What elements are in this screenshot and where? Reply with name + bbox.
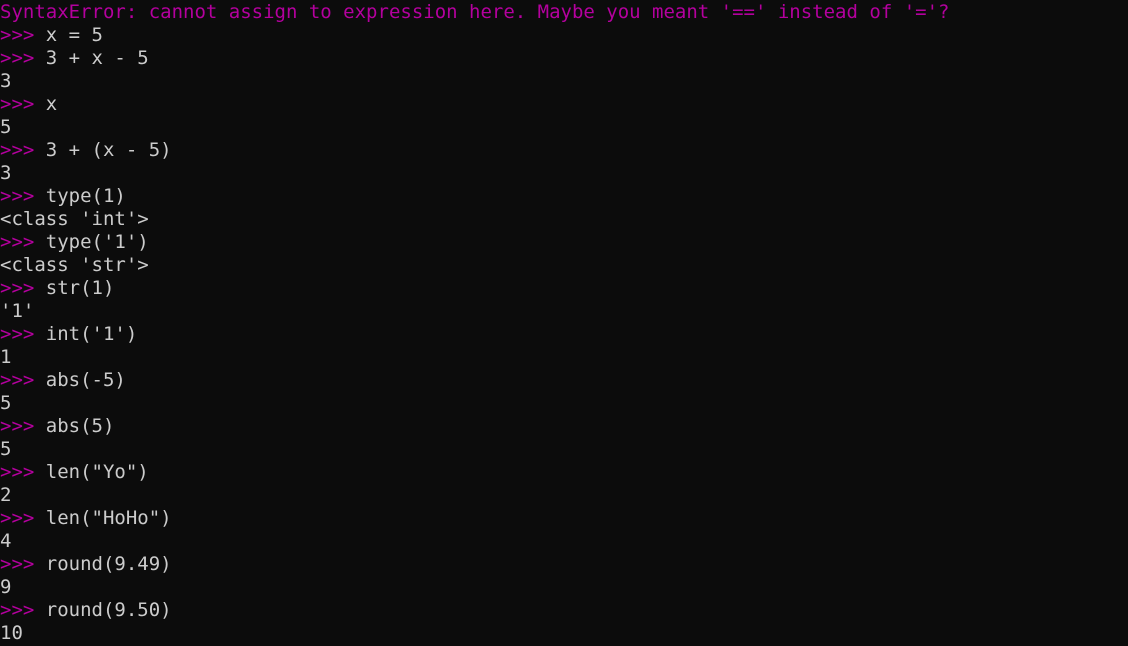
repl-prompt: >>> bbox=[0, 47, 46, 69]
input-line: >>> round(9.49) bbox=[0, 553, 1128, 576]
output-line: 5 bbox=[0, 438, 12, 460]
input-line: >>> abs(-5) bbox=[0, 369, 1128, 392]
repl-prompt: >>> bbox=[0, 461, 46, 483]
repl-prompt: >>> bbox=[0, 231, 46, 253]
command-text: round(9.50) bbox=[45, 599, 172, 621]
command-text: x bbox=[45, 93, 58, 115]
output-line: 2 bbox=[0, 484, 12, 506]
repl-prompt: >>> bbox=[0, 277, 46, 299]
repl-prompt: >>> bbox=[0, 415, 46, 437]
input-line: >>> 3 + x - 5 bbox=[0, 47, 1128, 70]
input-line: >>> type(1) bbox=[0, 185, 1128, 208]
input-line: >>> type('1') bbox=[0, 231, 1128, 254]
python-repl-terminal[interactable]: SyntaxError: cannot assign to expression… bbox=[0, 0, 1128, 646]
command-text: int('1') bbox=[45, 323, 138, 345]
syntax-error-line: SyntaxError: cannot assign to expression… bbox=[0, 1, 1128, 24]
repl-prompt: >>> bbox=[0, 24, 46, 46]
output-line: <class 'str'> bbox=[0, 254, 149, 276]
error-type: SyntaxError bbox=[0, 1, 126, 23]
repl-prompt: >>> bbox=[0, 139, 46, 161]
input-line: >>> int('1') bbox=[0, 323, 1128, 346]
input-line: >>> round(9.50) bbox=[0, 599, 1128, 622]
output-line: 4 bbox=[0, 530, 12, 552]
output-line: 5 bbox=[0, 116, 12, 138]
repl-prompt: >>> bbox=[0, 185, 46, 207]
repl-prompt: >>> bbox=[0, 507, 46, 529]
command-text: abs(-5) bbox=[45, 369, 126, 391]
input-line: >>> str(1) bbox=[0, 277, 1128, 300]
output-line: '1' bbox=[0, 300, 35, 322]
command-text: abs(5) bbox=[45, 415, 115, 437]
command-text: 3 + x - 5 bbox=[45, 47, 149, 69]
repl-prompt: >>> bbox=[0, 369, 46, 391]
error-message: : cannot assign to expression here. Mayb… bbox=[125, 1, 950, 23]
repl-prompt: >>> bbox=[0, 93, 46, 115]
command-text: type('1') bbox=[45, 231, 149, 253]
command-text: type(1) bbox=[45, 185, 126, 207]
output-line: 5 bbox=[0, 392, 12, 414]
command-text: len("HoHo") bbox=[45, 507, 172, 529]
output-line: <class 'int'> bbox=[0, 208, 149, 230]
command-text: 3 + (x - 5) bbox=[45, 139, 172, 161]
repl-prompt: >>> bbox=[0, 323, 46, 345]
input-line: >>> 3 + (x - 5) bbox=[0, 139, 1128, 162]
output-line: 9 bbox=[0, 576, 12, 598]
command-text: str(1) bbox=[45, 277, 115, 299]
repl-prompt: >>> bbox=[0, 553, 46, 575]
output-line: 3 bbox=[0, 162, 12, 184]
input-line: >>> len("Yo") bbox=[0, 461, 1128, 484]
output-line: 3 bbox=[0, 70, 12, 92]
output-line: 1 bbox=[0, 346, 12, 368]
command-text: len("Yo") bbox=[45, 461, 149, 483]
repl-prompt: >>> bbox=[0, 599, 46, 621]
input-line: >>> x bbox=[0, 93, 1128, 116]
input-line: >>> abs(5) bbox=[0, 415, 1128, 438]
input-line: >>> x = 5 bbox=[0, 24, 1128, 47]
command-text: x = 5 bbox=[45, 24, 103, 46]
command-text: round(9.49) bbox=[45, 553, 172, 575]
output-line: 10 bbox=[0, 622, 23, 644]
input-line: >>> len("HoHo") bbox=[0, 507, 1128, 530]
